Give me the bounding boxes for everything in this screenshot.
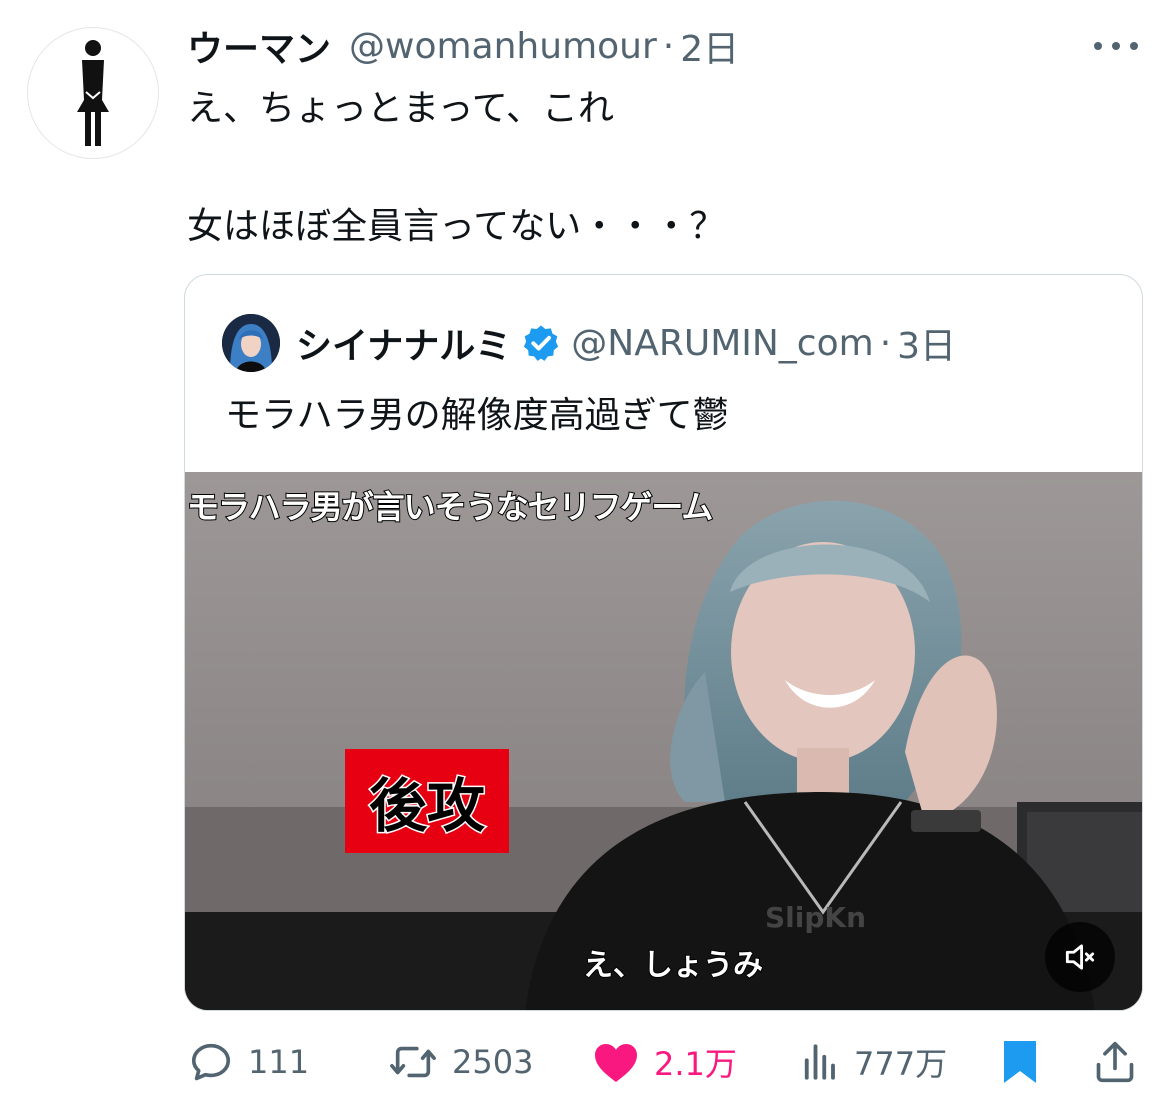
separator-dot: · (879, 322, 892, 364)
heart-icon (595, 1044, 637, 1082)
separator-dot: · (662, 25, 675, 67)
tweet-text-line: 女はほぼ全員言ってない・・・？ (187, 206, 726, 247)
turn-badge-label: 後攻 (367, 771, 486, 842)
tweet-text: え、ちょっとまって、これ 女はほぼ全員言ってない・・・？ (187, 84, 725, 252)
tweet-text-line: え、ちょっとまって、これ (187, 88, 614, 129)
views-bar-icon (804, 1044, 835, 1080)
views-button[interactable]: 777万 (798, 1030, 947, 1094)
tweet-header: ウーマン @womanhumour · 2日 (187, 20, 739, 72)
more-dot (1094, 42, 1102, 50)
share-button[interactable] (1093, 1030, 1137, 1094)
like-count: 2.1万 (654, 1045, 737, 1083)
bookmark-button[interactable] (1000, 1030, 1040, 1094)
quoted-author-name[interactable]: シイナナルミ (296, 317, 511, 369)
retweet-icon (390, 1046, 436, 1078)
like-button[interactable]: 2.1万 (592, 1030, 737, 1094)
avatar-image (222, 314, 280, 372)
more-dots-icon[interactable] (1094, 34, 1138, 58)
author-name[interactable]: ウーマン (187, 20, 331, 72)
quoted-tweet-header: シイナナルミ @NARUMIN_com · 3日 (222, 313, 956, 373)
quoted-author-handle[interactable]: @NARUMIN_com (571, 323, 873, 364)
more-dot (1112, 42, 1120, 50)
video-frame: SlipKn (185, 472, 1142, 1010)
video-overlay-title: モラハラ男が言いそうなセリフゲーム (186, 487, 714, 527)
more-dot (1130, 42, 1138, 50)
retweet-button[interactable]: 2503 (388, 1030, 533, 1094)
tweet-timestamp[interactable]: 2日 (680, 20, 739, 72)
quoted-author-avatar[interactable] (222, 314, 280, 372)
reply-count: 111 (248, 1043, 310, 1081)
quoted-tweet-text: モラハラ男の解像度高過ぎて鬱 (225, 395, 729, 436)
views-count: 777万 (854, 1045, 948, 1083)
reply-button[interactable]: 111 (188, 1030, 309, 1094)
quoted-timestamp[interactable]: 3日 (897, 317, 956, 369)
speaker-muted-icon (1065, 944, 1095, 970)
woman-symbol-icon (77, 40, 109, 146)
reply-bubble-icon (191, 1043, 231, 1081)
svg-text:SlipKn: SlipKn (765, 901, 866, 934)
author-avatar[interactable] (27, 27, 159, 159)
turn-badge: 後攻 (345, 749, 509, 853)
quoted-tweet-card[interactable]: シイナナルミ @NARUMIN_com · 3日 モラハラ男の解像度高過ぎて鬱 (184, 274, 1143, 1011)
video-player[interactable]: SlipKn モラハラ男が言いそうなセリフゲーム 後攻 え、しょうみ (185, 472, 1142, 1010)
mute-button[interactable] (1045, 922, 1115, 992)
author-handle[interactable]: @womanhumour (349, 26, 657, 67)
bookmark-icon (1004, 1041, 1036, 1083)
share-icon (1096, 1041, 1134, 1083)
verified-badge-icon (521, 323, 561, 363)
video-subtitle: え、しょうみ (582, 947, 764, 984)
action-bar: 111 2503 2.1万 777万 (0, 1030, 1170, 1094)
retweet-count: 2503 (452, 1043, 534, 1081)
